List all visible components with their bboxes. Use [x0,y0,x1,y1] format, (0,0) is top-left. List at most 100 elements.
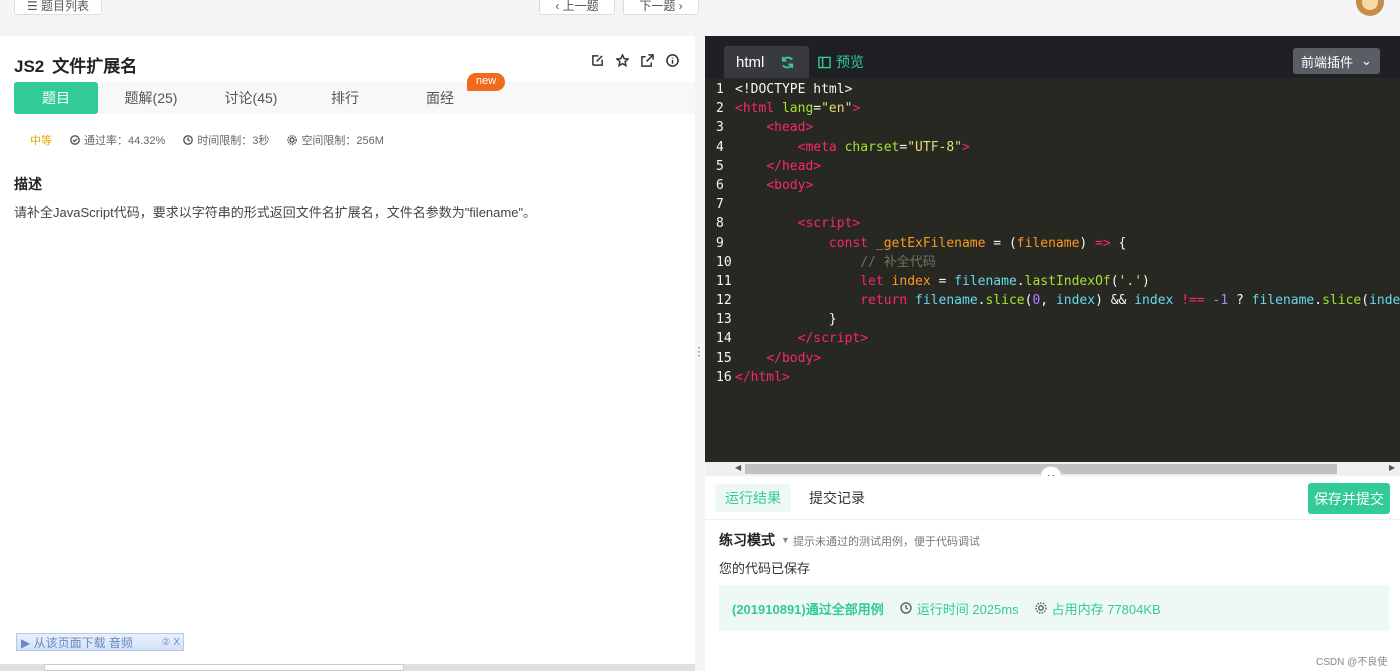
line-number: 4 [716,139,724,155]
prev-question-button[interactable]: ‹ 上一题 [539,0,615,15]
line-number: 16 [716,369,732,385]
tab-run-result[interactable]: 运行结果 [715,484,791,512]
line-number: 6 [716,177,724,193]
top-bar: ☰ 题目列表 ‹ 上一题 下一题 › [0,0,1400,24]
gear-icon [287,135,298,145]
line-number: 11 [716,273,732,289]
tab-ranking[interactable]: 排行 [298,82,392,114]
line-number: 3 [716,120,724,136]
scrollbar-thumb[interactable] [44,664,404,671]
panel-resize-handle[interactable]: · · · [697,341,701,361]
editor-header: html 预览 前端插件 ⌄ [705,36,1400,78]
line-number: 8 [716,216,724,232]
horizontal-scrollbar[interactable] [0,664,695,671]
question-panel: JS2 文件扩展名 题目 题解(25) 讨论(45) 排行 面经 new 中等 通… [0,36,695,671]
tab-discussion[interactable]: 讨论(45) [204,82,298,114]
mode-hint: 提示未通过的测试用例，便于代码调试 [793,536,980,548]
code-line: 12 return filename.slice(0, index) && in… [705,291,1400,310]
frontend-plugin-dropdown[interactable]: 前端插件 ⌄ [1293,48,1380,74]
preview-button[interactable]: 预览 [818,52,864,72]
watermark: CSDN @不良使 [1316,657,1388,668]
edit-icon[interactable] [591,54,604,67]
line-number: 12 [716,293,732,309]
code-line: 1 <!DOCTYPE html> [705,80,1400,99]
save-and-submit-button[interactable]: 保存并提交 [1308,483,1390,514]
page-title: JS2 文件扩展名 [14,52,145,77]
clock-icon [899,602,912,614]
preview-icon [818,56,831,68]
tab-solutions[interactable]: 题解(25) [98,82,204,114]
check-circle-icon [70,135,80,145]
space-limit: 空间限制：256M [301,135,384,147]
line-number: 2 [716,101,724,117]
difficulty-badge: 中等 [30,135,52,147]
tab-html-file[interactable]: html [724,46,809,78]
line-number: 14 [716,331,732,347]
help-icon[interactable]: ② [162,637,171,648]
pass-status: (201910891)通过全部用例 [732,601,884,617]
plugin-label: 前端插件 [1301,54,1354,70]
code-line: 3 <head> [705,118,1400,137]
run-time: 运行时间 2025ms [916,601,1019,617]
result-tabs: 运行结果 提交记录 [715,484,875,512]
chevron-down-icon: ⌄ [1361,53,1372,68]
question-list-button[interactable]: ☰ 题目列表 [14,0,102,15]
line-number: 13 [716,312,732,328]
code-line: 9 const _getExFilename = (filename) => { [705,234,1400,253]
close-icon[interactable]: X [173,637,180,648]
time-limit: 时间限制：3秒 [197,135,270,147]
code-line: 11 let index = filename.lastIndexOf('.') [705,272,1400,291]
code-line: 8 <script> [705,214,1400,233]
clock-icon [183,135,194,145]
saved-status: 您的代码已保存 [719,561,811,576]
scroll-left-icon[interactable]: ◀ [735,463,741,472]
preview-label: 预览 [836,54,864,70]
code-line: 15 </body> [705,349,1400,368]
next-question-button[interactable]: 下一题 › [623,0,699,15]
code-line: 2 <html lang="en"> [705,99,1400,118]
line-number: 9 [716,235,724,251]
code-line: 13 } [705,310,1400,329]
code-line: 5 </head> [705,157,1400,176]
tab-problem[interactable]: 题目 [14,82,98,114]
code-editor[interactable]: html 预览 前端插件 ⌄ 1 <!DOCTYPE html> 2 <html l… [705,36,1400,476]
question-title: 文件扩展名 [52,57,138,76]
pass-rate: 通过率：44.32% [84,135,166,147]
line-number: 1 [716,82,724,97]
divider [705,519,1400,520]
question-tabs: 题目 题解(25) 讨论(45) 排行 面经 [14,82,695,114]
line-number: 10 [716,254,732,270]
memory-usage: 占用内存 77804KB [1051,601,1161,617]
caret-down-icon: ▼ [781,535,790,545]
gear-icon [1034,602,1047,614]
result-summary: (201910891)通过全部用例 运行时间 2025ms 占用内存 77804… [719,585,1389,631]
info-icon[interactable] [666,54,679,67]
new-badge: new [467,73,506,91]
code-line: 16 </html> [705,368,1400,387]
practice-mode-dropdown[interactable]: 练习模式 ▼ [719,530,790,550]
code-line: 14 </script> [705,329,1400,348]
tab-submissions[interactable]: 提交记录 [799,484,875,512]
description-text: 请补全JavaScript代码，要求以字符串的形式返回文件名扩展名，文件名参数为… [14,205,537,220]
result-panel: 运行结果 提交记录 保存并提交 练习模式 ▼ 提示未通过的测试用例，便于代码调试… [705,476,1400,671]
avatar[interactable] [1356,0,1384,16]
star-icon[interactable] [616,54,629,67]
code-line: 4 <meta charset="UTF-8"> [705,138,1400,157]
code-line: 10 // 补全代码 [705,253,1400,272]
mode-label: 练习模式 [719,532,775,548]
description-heading: 描述 [14,176,42,192]
share-icon[interactable] [641,54,654,67]
question-meta: 中等 通过率：44.32% 时间限制：3秒 空间限制：256M [30,132,384,148]
question-id: JS2 [14,57,45,76]
download-audio-bar[interactable]: ▶ 从该页面下载 音频 ② X [16,633,184,651]
scroll-right-icon[interactable]: ▶ [1389,463,1395,472]
download-audio-label[interactable]: ▶ 从该页面下载 音频 [21,634,133,651]
title-actions [591,54,679,67]
code-line: 7 [705,195,1400,214]
code-area[interactable]: 1 <!DOCTYPE html> 2 <html lang="en"> 3 <he… [705,80,1400,470]
code-line: 6 <body> [705,176,1400,195]
line-number: 5 [716,158,724,174]
line-number: 15 [716,350,732,366]
line-number: 7 [716,197,724,213]
refresh-icon[interactable] [780,55,795,70]
